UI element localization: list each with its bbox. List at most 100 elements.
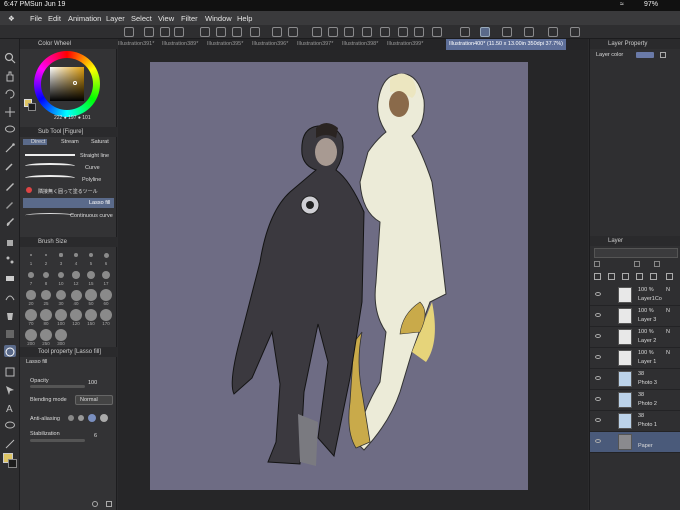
fill-tool-icon[interactable]: [4, 309, 16, 321]
brush-size-option[interactable]: 5: [84, 249, 98, 268]
color-picker-cursor[interactable]: [73, 81, 77, 85]
eye-icon[interactable]: [595, 313, 601, 317]
deselect-icon[interactable]: [362, 27, 372, 37]
blending-mode-select[interactable]: Normal: [75, 395, 113, 405]
copy-layer-icon[interactable]: [650, 273, 657, 280]
layer-row[interactable]: 38 Photo 3: [590, 369, 680, 390]
stabilization-slider[interactable]: [30, 439, 85, 442]
sub-tool-curve[interactable]: Curve: [85, 165, 100, 171]
layer-row[interactable]: 38 Photo 1: [590, 411, 680, 432]
menu-layer[interactable]: Layer: [106, 14, 125, 23]
redo-icon[interactable]: [288, 27, 298, 37]
brush-size-option[interactable]: 6: [99, 249, 113, 268]
open-icon[interactable]: [216, 27, 226, 37]
undo-icon[interactable]: [272, 27, 282, 37]
zoom-icon[interactable]: [4, 51, 16, 64]
pencil-tool-icon[interactable]: [4, 197, 16, 209]
tab-illustration396[interactable]: Illustration396*: [252, 41, 288, 47]
merge-icon[interactable]: [636, 273, 643, 280]
blend-mode-dropdown[interactable]: [594, 248, 678, 258]
help-icon[interactable]: [570, 27, 580, 37]
rotate-icon[interactable]: [4, 87, 16, 99]
layer-color-swatch[interactable]: [636, 52, 654, 58]
tab-illustration399[interactable]: Illustration399*: [387, 41, 423, 47]
tab-illustration398[interactable]: Illustration398*: [342, 41, 378, 47]
menu-animation[interactable]: Animation: [68, 14, 101, 23]
brush-size-option[interactable]: 70: [24, 309, 38, 328]
move-icon[interactable]: [4, 105, 16, 117]
menu-select[interactable]: Select: [131, 14, 152, 23]
brush-size-option[interactable]: 15: [84, 269, 98, 288]
arrows-icon[interactable]: [160, 27, 170, 37]
eye-icon[interactable]: [595, 397, 601, 401]
eye-icon[interactable]: [595, 292, 601, 296]
tab-direct[interactable]: Direct: [23, 139, 48, 145]
brush-size-option[interactable]: 3: [54, 249, 68, 268]
color-saturation-square[interactable]: [50, 67, 84, 101]
correction-icon[interactable]: [4, 437, 16, 449]
balloon-icon[interactable]: [4, 419, 16, 431]
brush-size-option[interactable]: 12: [69, 269, 83, 288]
frame-icon[interactable]: [4, 365, 16, 377]
sub-tool-surround-fill[interactable]: 隣接無く囲って塗るツール: [38, 188, 98, 195]
brush-size-option[interactable]: 4: [69, 249, 83, 268]
pencil-icon[interactable]: [502, 27, 512, 37]
eyedropper-icon[interactable]: [4, 159, 16, 171]
eye-icon[interactable]: [595, 355, 601, 359]
figure-icon[interactable]: [4, 345, 16, 357]
magic-wand-icon[interactable]: [4, 141, 16, 153]
brush-size-option[interactable]: 100: [54, 309, 68, 328]
settings-icon[interactable]: [174, 27, 184, 37]
decoration-icon[interactable]: [4, 253, 16, 265]
layer-row[interactable]: 100 % N Layer 2: [590, 327, 680, 348]
sub-tool-lasso-fill-row[interactable]: Lasso fill: [23, 198, 114, 208]
fill-icon[interactable]: [328, 27, 338, 37]
eye-icon[interactable]: [595, 439, 601, 443]
brush-size-option[interactable]: 10: [54, 269, 68, 288]
eye-icon[interactable]: [595, 418, 601, 422]
new-vector-layer-icon[interactable]: [608, 273, 615, 280]
gradient-icon[interactable]: [4, 327, 16, 339]
brush-size-option[interactable]: 80: [39, 309, 53, 328]
aa-none-option[interactable]: [68, 415, 74, 421]
panel-menu-icon[interactable]: [106, 501, 112, 507]
new-folder-icon[interactable]: [622, 273, 629, 280]
tab-saturate[interactable]: Saturat: [83, 139, 109, 145]
brush-size-option[interactable]: 170: [99, 309, 113, 328]
layer-color-picker-icon[interactable]: [660, 52, 666, 58]
sub-color-swatch[interactable]: [8, 459, 17, 468]
brush-size-option[interactable]: 200: [24, 329, 38, 348]
file-new-icon[interactable]: [200, 27, 210, 37]
aa-weak-option[interactable]: [78, 415, 84, 421]
brush-size-option[interactable]: 2: [39, 249, 53, 268]
new-raster-layer-icon[interactable]: [594, 273, 601, 280]
brush-size-option[interactable]: 300: [54, 329, 68, 348]
sub-color-chip[interactable]: [28, 103, 36, 111]
brush-size-option[interactable]: 8: [39, 269, 53, 288]
hamburger-icon[interactable]: [124, 27, 134, 37]
menu-file[interactable]: File: [30, 14, 42, 23]
brush-size-option[interactable]: 1: [24, 249, 38, 268]
text-icon[interactable]: A: [4, 401, 16, 415]
hand-icon[interactable]: [4, 69, 16, 82]
select-all-icon[interactable]: [398, 27, 408, 37]
airbrush-icon[interactable]: [4, 235, 16, 247]
brush-size-option[interactable]: 60: [99, 289, 113, 308]
invert-icon[interactable]: [414, 27, 424, 37]
tab-illustration397[interactable]: Illustration397*: [297, 41, 333, 47]
eye-icon[interactable]: [595, 376, 601, 380]
clip-icon[interactable]: [634, 261, 640, 267]
pen-tool-icon[interactable]: [4, 179, 16, 191]
brush-size-option[interactable]: 17: [99, 269, 113, 288]
aa-strong-option[interactable]: [100, 414, 108, 422]
brush-size-option[interactable]: 150: [84, 309, 98, 328]
brush-size-option[interactable]: 50: [84, 289, 98, 308]
save-icon[interactable]: [232, 27, 242, 37]
layer-row[interactable]: 38 Photo 2: [590, 390, 680, 411]
transform-icon[interactable]: [344, 27, 354, 37]
trash-icon[interactable]: [666, 273, 673, 280]
tab-illustration389[interactable]: Illustration389*: [162, 41, 198, 47]
reference-icon[interactable]: [654, 261, 660, 267]
aa-medium-option[interactable]: [88, 414, 96, 422]
brush-size-option[interactable]: 30: [54, 289, 68, 308]
